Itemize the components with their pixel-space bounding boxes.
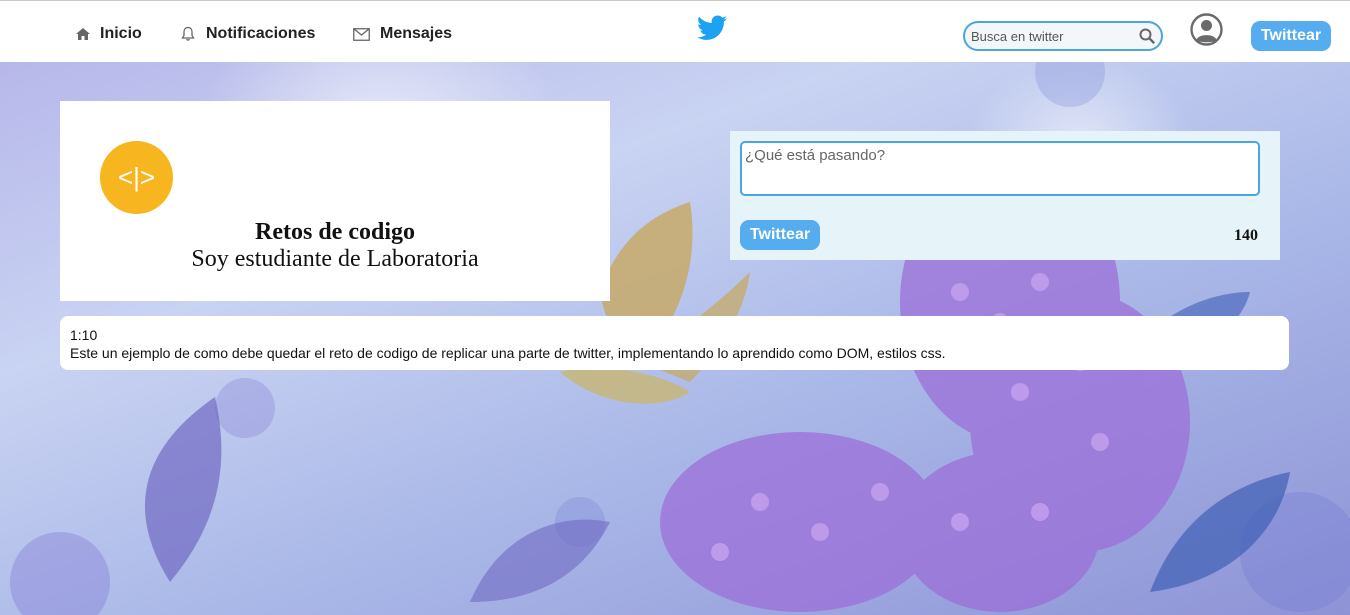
profile-logo: <|> xyxy=(100,141,173,214)
search-icon[interactable] xyxy=(1139,28,1155,44)
search-box[interactable] xyxy=(963,21,1163,51)
profile-name: Retos de codigo xyxy=(255,219,415,245)
compose-box: Twittear 140 xyxy=(730,131,1280,260)
compose-textarea[interactable] xyxy=(740,141,1260,196)
tweet-button-header[interactable]: Twittear xyxy=(1251,21,1331,51)
nav-notifications-label: Notificaciones xyxy=(206,25,316,42)
profile-bio: Soy estudiante de Laboratoria xyxy=(191,246,479,272)
nav-messages[interactable]: Mensajes xyxy=(353,25,452,43)
profile-card: <|> Retos de codigo Soy estudiante de La… xyxy=(60,101,610,301)
tweet-text: Este un ejemplo de como debe quedar el r… xyxy=(70,345,946,361)
twitter-bird-icon xyxy=(697,15,727,40)
top-navigation-bar: Inicio Notificaciones Mensajes Busca en … xyxy=(0,0,1350,62)
user-avatar-icon xyxy=(1190,13,1223,46)
avatar[interactable] xyxy=(1190,13,1223,51)
nav-home[interactable]: Inicio xyxy=(76,25,142,43)
nav-notifications[interactable]: Notificaciones xyxy=(180,25,315,43)
character-counter: 140 xyxy=(1234,227,1258,244)
nav-home-label: Inicio xyxy=(100,25,142,42)
home-icon xyxy=(76,28,90,40)
tweet-item: 1:10 Este un ejemplo de como debe quedar… xyxy=(60,316,1289,370)
tweet-time: 1:10 xyxy=(70,327,98,343)
nav-messages-label: Mensajes xyxy=(380,25,453,42)
twitter-logo[interactable] xyxy=(697,15,727,46)
envelope-icon xyxy=(353,27,370,41)
search-input[interactable] xyxy=(971,27,1131,45)
tweet-button-compose[interactable]: Twittear xyxy=(740,220,820,250)
bell-icon xyxy=(181,26,195,41)
